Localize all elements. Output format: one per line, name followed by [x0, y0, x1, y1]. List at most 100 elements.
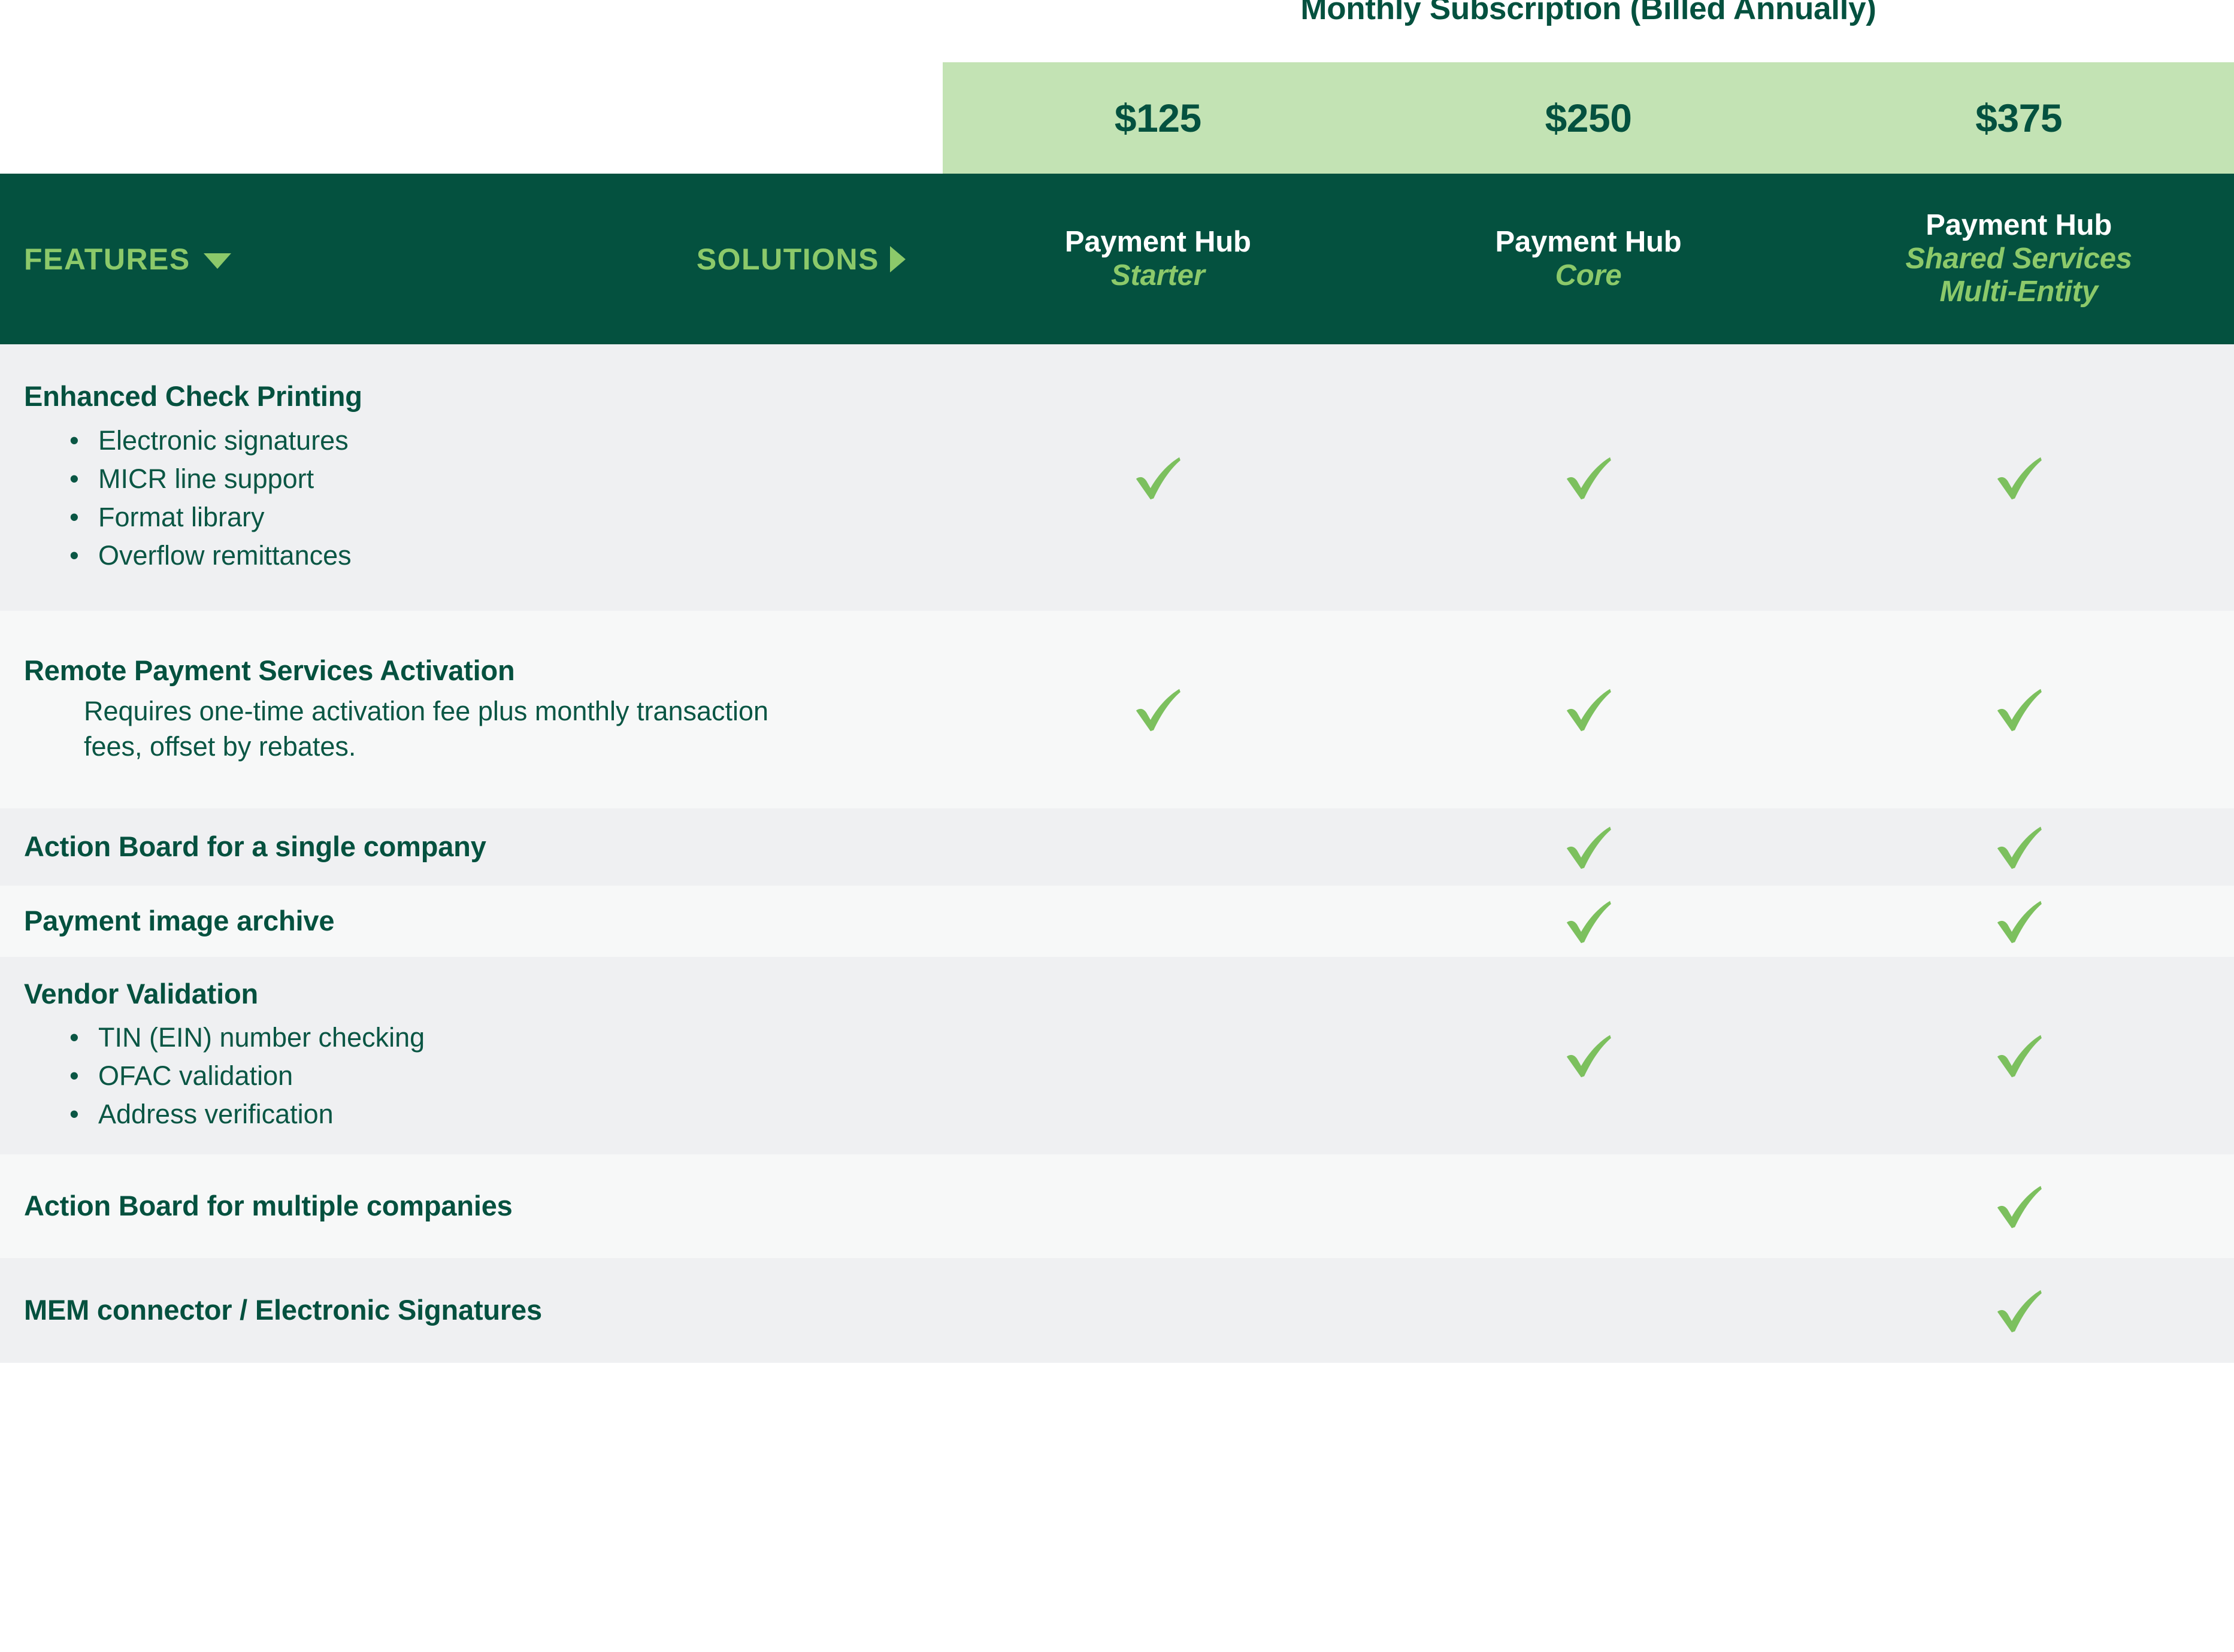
availability-cell-core [1373, 1154, 1804, 1258]
availability-cell-starter [943, 1154, 1373, 1258]
availability-cell-starter [943, 611, 1373, 808]
availability-cell-shared [1803, 957, 2234, 1154]
availability-cell-starter [943, 808, 1373, 886]
availability-cell-shared [1803, 611, 2234, 808]
availability-cells [943, 957, 2234, 1154]
feature-cell: Remote Payment Services Activation Requir… [0, 654, 943, 764]
availability-cells [943, 886, 2234, 957]
feature-cell: Action Board for multiple companies [0, 1190, 943, 1223]
plan-header-shared-services[interactable]: Payment Hub Shared Services Multi-Entity [1803, 174, 2234, 344]
feature-title: Action Board for multiple companies [24, 1190, 513, 1222]
availability-cells [943, 1154, 2234, 1258]
checkmark-icon [1136, 457, 1181, 499]
availability-cells [943, 344, 2234, 611]
feature-bullet-item: • Overflow remittances [24, 536, 925, 575]
availability-cell-starter [943, 957, 1373, 1154]
table-row: Vendor Validation • TIN (EIN) number check… [0, 957, 2234, 1154]
checkmark-icon [1997, 1035, 2042, 1078]
checkmark-icon [1566, 826, 1611, 869]
checkmark-icon [1997, 457, 2042, 499]
bullet-label: TIN (EIN) number checking [98, 1022, 425, 1053]
availability-cell-starter [943, 1258, 1373, 1363]
feature-bullet-item: • Address verification [24, 1095, 925, 1133]
feature-title: Enhanced Check Printing [24, 380, 362, 413]
checkmark-icon [1136, 689, 1181, 732]
table-row: Action Board for a single company [0, 808, 2234, 886]
checkmark-icon [1566, 457, 1611, 499]
bullet-dot-icon: • [69, 539, 79, 571]
checkmark-icon [1997, 901, 2042, 943]
feature-title: Remote Payment Services Activation [24, 654, 515, 687]
feature-rows: Enhanced Check Printing • Electronic signa… [0, 344, 2234, 1363]
bullet-dot-icon: • [69, 501, 79, 532]
checkmark-icon [1566, 901, 1611, 943]
feature-bullet-item: • MICR line support [24, 460, 925, 498]
bullet-label: Format library [98, 501, 265, 532]
feature-cell: Payment image archive [0, 905, 943, 938]
availability-cell-core [1373, 808, 1804, 886]
availability-cell-shared [1803, 344, 2234, 611]
feature-bullet-item: • Electronic signatures [24, 422, 925, 460]
feature-title: MEM connector / Electronic Signatures [24, 1294, 542, 1326]
chevron-right-icon[interactable] [890, 245, 906, 272]
plan-tier-line2: Multi-Entity [1939, 275, 2099, 308]
feature-bullet-list: • TIN (EIN) number checking • OFAC validati… [24, 1019, 925, 1133]
chevron-down-icon[interactable] [203, 253, 231, 269]
plan-headers: Payment Hub Starter Payment Hub Core Pay… [943, 174, 2234, 344]
table-header: FEATURES SOLUTIONS Payment Hub Starter P… [0, 174, 2234, 344]
features-label: FEATURES [24, 242, 190, 276]
feature-bullet-item: • Format library [24, 498, 925, 536]
solutions-column-header[interactable]: SOLUTIONS [683, 174, 943, 344]
bullet-label: Address verification [98, 1099, 334, 1130]
availability-cell-shared [1803, 1154, 2234, 1258]
bullet-dot-icon: • [69, 425, 79, 456]
bullet-label: Electronic signatures [98, 425, 349, 456]
feature-bullet-list: • Electronic signatures • MICR line support… [24, 422, 925, 575]
feature-bullet-item: • OFAC validation [24, 1057, 925, 1095]
feature-cell: Vendor Validation • TIN (EIN) number check… [0, 978, 943, 1133]
availability-cell-core [1373, 1258, 1804, 1363]
pricing-comparison-table: Monthly Subscription (Billed Annually) $… [0, 0, 2234, 1652]
availability-cell-starter [943, 344, 1373, 611]
features-column-header[interactable]: FEATURES [24, 174, 231, 344]
feature-title: Payment image archive [24, 905, 335, 937]
subscription-banner: Monthly Subscription (Billed Annually) $… [0, 0, 2234, 174]
bullet-label: Overflow remittances [98, 539, 352, 571]
price-row: $125 $250 $375 [943, 62, 2234, 174]
availability-cells [943, 611, 2234, 808]
table-row: Payment image archive [0, 886, 2234, 957]
availability-cell-shared [1803, 808, 2234, 886]
plan-header-core[interactable]: Payment Hub Core [1373, 174, 1804, 344]
table-row: MEM connector / Electronic Signatures [0, 1258, 2234, 1363]
bullet-dot-icon: • [69, 463, 79, 494]
bullet-dot-icon: • [69, 1060, 79, 1092]
availability-cells [943, 1258, 2234, 1363]
table-row: Enhanced Check Printing • Electronic signa… [0, 344, 2234, 611]
feature-title: Action Board for a single company [24, 830, 486, 863]
checkmark-icon [1997, 1186, 2042, 1228]
checkmark-icon [1997, 689, 2042, 732]
price-core: $250 [1545, 96, 1632, 140]
plan-name: Payment Hub [1926, 209, 2112, 242]
availability-cell-shared [1803, 886, 2234, 957]
subscription-title: Monthly Subscription (Billed Annually) [1300, 0, 1876, 26]
availability-cell-core [1373, 957, 1804, 1154]
availability-cell-shared [1803, 1258, 2234, 1363]
feature-cell: Enhanced Check Printing • Electronic signa… [0, 380, 943, 574]
availability-cell-core [1373, 886, 1804, 957]
bullet-dot-icon: • [69, 1099, 79, 1130]
availability-cells [943, 808, 2234, 886]
plan-tier: Core [1555, 259, 1622, 292]
checkmark-icon [1566, 1035, 1611, 1078]
plan-name: Payment Hub [1495, 226, 1682, 259]
price-starter: $125 [1114, 96, 1201, 140]
solutions-label: SOLUTIONS [696, 242, 879, 276]
plan-header-starter[interactable]: Payment Hub Starter [943, 174, 1373, 344]
availability-cell-core [1373, 344, 1804, 611]
price-shared-services: $375 [1975, 96, 2063, 140]
feature-cell: Action Board for a single company [0, 830, 943, 863]
checkmark-icon [1997, 826, 2042, 869]
feature-title: Vendor Validation [24, 977, 258, 1010]
feature-description: Requires one-time activation fee plus mo… [84, 695, 769, 762]
table-row: Action Board for multiple companies [0, 1154, 2234, 1258]
